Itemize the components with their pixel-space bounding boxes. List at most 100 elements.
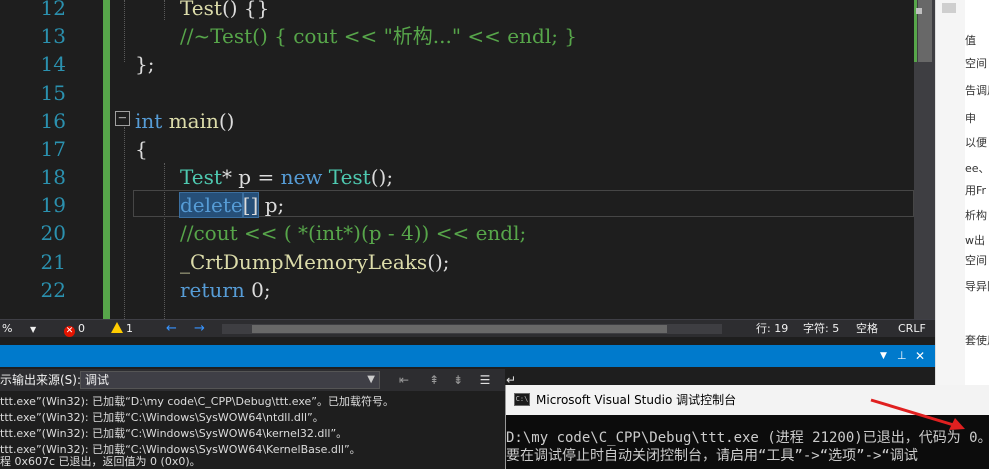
indent-guide: [164, 0, 165, 20]
go-to-code-icon[interactable]: ⇤: [396, 372, 412, 388]
code-comment[interactable]: //~Test() { cout << "析构..." << endl; }: [180, 22, 577, 50]
line-number: 21: [40, 250, 66, 274]
function-name: _CrtDumpMemoryLeaks: [180, 250, 428, 274]
arrow-right-icon[interactable]: →: [194, 320, 205, 338]
page-text: w出: [965, 234, 985, 247]
code-text: p;: [258, 193, 285, 217]
indent-guide: [124, 127, 125, 319]
chevron-down-icon: ▼: [29, 325, 37, 334]
output-line: 程 0x607c 已退出，返回值为 0 (0x0)。: [0, 455, 201, 468]
code-line[interactable]: };: [135, 50, 154, 78]
page-text: 套使用: [965, 334, 989, 347]
code-text: ();: [370, 165, 394, 189]
editor-status-bar: % ▼ ✕ 0 1 ← → 行: 19 字符: 5 空格 CRLF: [0, 319, 935, 337]
code-text: 0;: [244, 278, 271, 302]
scrollbar-caret-marker: [916, 8, 922, 14]
collapse-toggle[interactable]: −: [115, 111, 130, 126]
function-name: Test: [180, 0, 222, 20]
keyword: new: [280, 165, 323, 189]
line-number: 13: [40, 24, 66, 48]
warning-icon: [111, 322, 123, 333]
background-browser-page: 值 空间 告调用 申 以便 ee、 用Fr 析构 w出 空间 导异同 套使用: [935, 0, 989, 385]
output-line: ttt.exe”(Win32): 已加载“C:\Windows\SysWOW64…: [0, 411, 324, 424]
cursor-line[interactable]: 行: 19: [756, 320, 788, 338]
output-panel-header: ▼ ⊥ ✕: [0, 345, 935, 367]
close-icon[interactable]: ✕: [915, 345, 925, 367]
chevron-down-icon: ▼: [367, 374, 375, 385]
type-name: Test: [180, 165, 222, 189]
output-line: ttt.exe”(Win32): 已加载“D:\my code\C_CPP\De…: [0, 395, 394, 408]
output-line: ttt.exe”(Win32): 已加载“C:\Windows\SysWOW64…: [0, 427, 348, 440]
chevron-down-icon[interactable]: ▼: [880, 345, 887, 367]
page-text: 导异同: [965, 280, 989, 293]
warning-count-text: 1: [126, 322, 133, 335]
find-previous-icon[interactable]: ⇞: [426, 372, 442, 388]
indent-guide: [164, 163, 165, 319]
page-text: 值: [965, 34, 976, 47]
zoom-level[interactable]: % ▼: [2, 320, 36, 339]
scrollbar-thumb[interactable]: [252, 325, 667, 333]
warning-count[interactable]: 1: [111, 320, 133, 338]
line-number: 18: [40, 165, 66, 189]
code-line[interactable]: delete[] p;: [179, 191, 285, 219]
code-line[interactable]: _CrtDumpMemoryLeaks();: [180, 248, 450, 276]
cursor-char[interactable]: 字符: 5: [803, 320, 839, 338]
code-line[interactable]: return 0;: [180, 276, 271, 304]
code-line[interactable]: {: [135, 135, 148, 163]
output-source-label: 示输出来源(S):: [0, 373, 82, 387]
clear-all-icon[interactable]: ☰: [477, 372, 493, 388]
line-number: 14: [40, 52, 66, 76]
keyword: return: [180, 278, 245, 302]
page-text: 以便: [965, 136, 987, 149]
output-text-area[interactable]: ttt.exe”(Win32): 已加载“D:\my code\C_CPP\De…: [0, 391, 505, 469]
page-text: 析构: [965, 209, 987, 222]
code-text: ();: [427, 250, 450, 274]
code-text: * p =: [221, 165, 281, 189]
scroll-marker: [942, 3, 956, 13]
output-source-value: 调试: [85, 373, 110, 387]
line-number: 12: [40, 0, 66, 20]
keyword: int: [135, 109, 163, 133]
zoom-text: %: [2, 322, 13, 335]
code-line[interactable]: Test* p = new Test();: [180, 163, 393, 191]
vertical-scrollbar[interactable]: [914, 0, 935, 319]
browser-scroll-column: [935, 0, 965, 385]
horizontal-scrollbar[interactable]: [222, 324, 722, 334]
output-source-select[interactable]: 调试 ▼: [80, 371, 380, 389]
selection-text: []: [241, 192, 260, 218]
keyword-selected: delete: [179, 192, 244, 218]
error-count-text: 0: [78, 322, 85, 335]
line-number: 17: [40, 137, 66, 161]
line-ending[interactable]: CRLF: [898, 320, 926, 338]
page-text: 告调用: [965, 84, 989, 97]
line-number: 20: [40, 221, 66, 245]
console-app-icon: C:\: [514, 393, 530, 406]
page-text: 空间: [965, 254, 987, 267]
page-text: 空间: [965, 57, 987, 70]
console-title: Microsoft Visual Studio 调试控制台: [536, 393, 737, 407]
arrow-left-icon[interactable]: ←: [166, 320, 177, 338]
error-count[interactable]: ✕ 0: [64, 320, 85, 338]
annotation-arrow-icon: [870, 398, 965, 430]
line-number-gutter: 12 13 14 15 16 17 18 19 20 21 22: [0, 0, 100, 319]
console-line: 要在调试停止时自动关闭控制台，请启用“工具”->“选项”->“调试: [506, 448, 918, 464]
code-editor[interactable]: 12 13 14 15 16 17 18 19 20 21 22 − Test(…: [0, 0, 935, 319]
page-text: 申: [965, 112, 976, 125]
code-text: () {}: [221, 0, 270, 20]
line-number: 15: [40, 81, 66, 105]
error-icon: ✕: [64, 326, 75, 337]
code-line[interactable]: Test() {}: [180, 0, 269, 22]
change-tracking-bar: [103, 0, 110, 319]
page-text: ee、: [965, 162, 989, 175]
output-toolbar: 示输出来源(S): 调试 ▼ ⇤ ⇞ ⇟ ☰ ↵: [0, 369, 516, 391]
page-text: 用Fr: [965, 184, 987, 197]
indent-guide: [124, 0, 125, 62]
line-number: 19: [40, 193, 66, 217]
line-number: 22: [40, 278, 66, 302]
find-next-icon[interactable]: ⇟: [450, 372, 466, 388]
code-comment[interactable]: //cout << ( *(int*)(p - 4)) << endl;: [180, 219, 526, 247]
indent-mode[interactable]: 空格: [856, 320, 878, 338]
code-line[interactable]: int main(): [135, 107, 234, 135]
pin-icon[interactable]: ⊥: [897, 345, 907, 367]
code-text: (): [218, 109, 235, 133]
